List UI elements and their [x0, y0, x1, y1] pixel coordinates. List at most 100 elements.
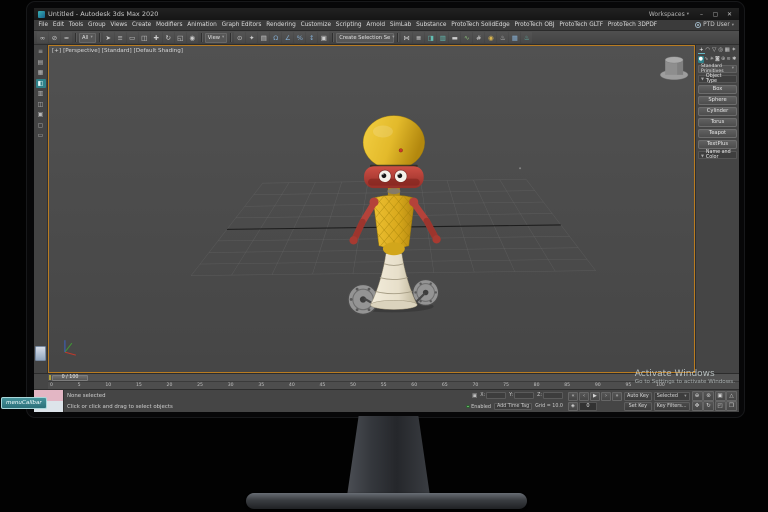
select-and-place-icon[interactable]: ◉ [187, 32, 198, 43]
current-frame-field[interactable]: 0 [578, 401, 597, 411]
menu-edit[interactable]: Edit [50, 22, 66, 28]
menu-substance[interactable]: Substance [414, 22, 449, 28]
menu-create[interactable]: Create [130, 22, 154, 28]
menu-tools[interactable]: Tools [67, 22, 86, 28]
previous-frame-button[interactable]: ‹ [578, 391, 589, 401]
layout-tab-icon[interactable]: ▢ [36, 121, 46, 130]
z-coordinate-field[interactable] [542, 392, 563, 399]
toolbar-grip-icon[interactable]: ≡ [36, 47, 46, 56]
render-setup-icon[interactable]: ♨ [497, 32, 508, 43]
layout-tab-icon[interactable]: ◫ [36, 100, 46, 109]
layout-tab-icon[interactable]: ◧ [35, 78, 46, 88]
spinner-snap-icon[interactable]: ↕ [306, 32, 317, 43]
auto-key-button[interactable]: Auto Key [623, 391, 652, 401]
key-filters-button[interactable]: Key Filters... [653, 401, 690, 411]
select-by-name-icon[interactable]: ≡ [115, 32, 126, 43]
menu-group[interactable]: Group [86, 22, 108, 28]
angle-snap-icon[interactable]: ∠ [282, 32, 293, 43]
viewport-style-menu[interactable]: [Standard] [102, 48, 132, 54]
menu-prototech-3dpdf[interactable]: ProtoTech 3DPDF [605, 22, 659, 28]
go-to-end-button[interactable]: » [611, 391, 622, 401]
progressive-display-toggle[interactable]: Enabled [466, 404, 491, 410]
layout-tab-icon[interactable]: ▭ [36, 131, 46, 140]
select-and-scale-icon[interactable]: ◱ [175, 32, 186, 43]
y-coordinate-field[interactable] [514, 392, 535, 399]
go-to-start-button[interactable]: « [567, 391, 578, 401]
menu-prototech-gltf[interactable]: ProtoTech GLTF [557, 22, 605, 28]
torus-button[interactable]: Torus [698, 117, 737, 127]
menu-prototech-solidedge[interactable]: ProtoTech SolidEdge [449, 22, 512, 28]
unlink-selection-icon[interactable]: ⊘ [49, 32, 60, 43]
select-and-move-icon[interactable]: ✚ [151, 32, 162, 43]
orbit-icon[interactable]: ↻ [703, 401, 714, 412]
menu-views[interactable]: Views [108, 22, 130, 28]
textplus-button[interactable]: TextPlus [698, 139, 737, 149]
toggle-ribbon-icon[interactable]: ▬ [449, 32, 460, 43]
align-icon[interactable]: ≣ [413, 32, 424, 43]
viewcube[interactable] [659, 56, 689, 81]
scene-explorer-toggle[interactable] [35, 346, 46, 361]
rendered-frame-icon[interactable]: ▦ [509, 32, 520, 43]
object-type-rollout[interactable]: ▼ Object Type [698, 74, 737, 84]
select-and-rotate-icon[interactable]: ↻ [163, 32, 174, 43]
mirror-icon[interactable]: ⋈ [401, 32, 412, 43]
box-button[interactable]: Box [698, 84, 737, 94]
key-set-dropdown[interactable]: Selected ▾ [653, 391, 690, 401]
workspaces-dropdown[interactable]: Workspaces ▾ [649, 11, 689, 18]
x-coordinate-field[interactable] [486, 392, 507, 399]
layout-tab-icon[interactable]: ▦ [36, 68, 46, 77]
systems-category-icon[interactable]: ✱ [731, 56, 737, 63]
layout-tab-icon[interactable]: ▥ [36, 89, 46, 98]
primitives-dropdown[interactable]: Standard Primitives ▾ [698, 64, 737, 74]
viewport-pov-menu[interactable]: [Perspective] [63, 48, 100, 54]
select-and-manipulate-icon[interactable]: ✦ [246, 32, 257, 43]
utilities-tab-icon[interactable]: ✶ [731, 47, 738, 54]
menu-graph-editors[interactable]: Graph Editors [219, 22, 264, 28]
selection-region-icon[interactable]: ▭ [127, 32, 138, 43]
menu-animation[interactable]: Animation [185, 22, 219, 28]
menu-scripting[interactable]: Scripting [333, 22, 364, 28]
viewport-canvas[interactable] [49, 46, 694, 372]
cylinder-button[interactable]: Cylinder [698, 106, 737, 116]
bind-to-space-warp-icon[interactable]: ≈ [61, 32, 72, 43]
snaps-toggle-icon[interactable]: Ω [270, 32, 281, 43]
menu-simlab[interactable]: SimLab [388, 22, 414, 28]
zoom-all-icon[interactable]: ⊛ [703, 390, 714, 401]
close-button[interactable]: ✕ [724, 11, 735, 18]
menu-rendering[interactable]: Rendering [264, 22, 298, 28]
track-bar[interactable]: 0 5 10 15 20 25 30 35 40 45 50 55 60 65 70 75 80 85 90 95 10… [48, 381, 739, 389]
select-and-link-icon[interactable]: ∞ [37, 32, 48, 43]
menu-file[interactable]: File [36, 22, 50, 28]
selection-filter-dropdown[interactable]: All ▾ [79, 32, 96, 43]
time-slider-track[interactable]: 0 / 100 [48, 374, 739, 382]
toggle-layer-explorer-icon[interactable]: ▥ [437, 32, 448, 43]
schematic-view-icon[interactable]: # [473, 32, 484, 43]
percent-snap-icon[interactable]: % [294, 32, 305, 43]
maximize-button[interactable]: ▢ [710, 11, 721, 18]
time-slider-handle[interactable]: 0 / 100 [52, 374, 88, 381]
play-button[interactable]: ▶ [589, 391, 600, 401]
viewport-shading-menu[interactable]: [Default Shading] [134, 48, 183, 54]
render-production-icon[interactable]: ♨ [521, 32, 532, 43]
curve-editor-icon[interactable]: ∿ [461, 32, 472, 43]
perspective-viewport[interactable]: [+] [Perspective] [Standard] [Default Shadi… [48, 45, 695, 373]
teapot-button[interactable]: Teapot [698, 128, 737, 138]
viewport-general-menu[interactable]: [+] [52, 48, 61, 54]
layout-tab-icon[interactable]: ▣ [36, 110, 46, 119]
toggle-scene-explorer-icon[interactable]: ◨ [425, 32, 436, 43]
key-mode-toggle-icon[interactable]: ◈ [567, 401, 578, 411]
minimize-button[interactable]: – [696, 11, 707, 18]
selection-lock-icon[interactable]: ▣ [472, 393, 477, 399]
zoom-extents-icon[interactable]: ▣ [714, 390, 726, 401]
select-object-icon[interactable]: ➤ [103, 32, 114, 43]
menu-arnold[interactable]: Arnold [364, 22, 388, 28]
add-time-tag-field[interactable]: Add Time Tag [493, 403, 533, 410]
pan-icon[interactable]: ✥ [691, 401, 703, 412]
menu-prototech-obj[interactable]: ProtoTech OBJ [512, 22, 557, 28]
maximize-viewport-icon[interactable]: ❒ [726, 401, 737, 412]
next-frame-button[interactable]: › [600, 391, 611, 401]
name-and-color-rollout[interactable]: ▼ Name and Color [698, 150, 737, 160]
window-crossing-icon[interactable]: ◫ [139, 32, 150, 43]
reference-coordinate-dropdown[interactable]: View ▾ [204, 32, 228, 43]
fov-icon[interactable]: △ [726, 390, 737, 401]
